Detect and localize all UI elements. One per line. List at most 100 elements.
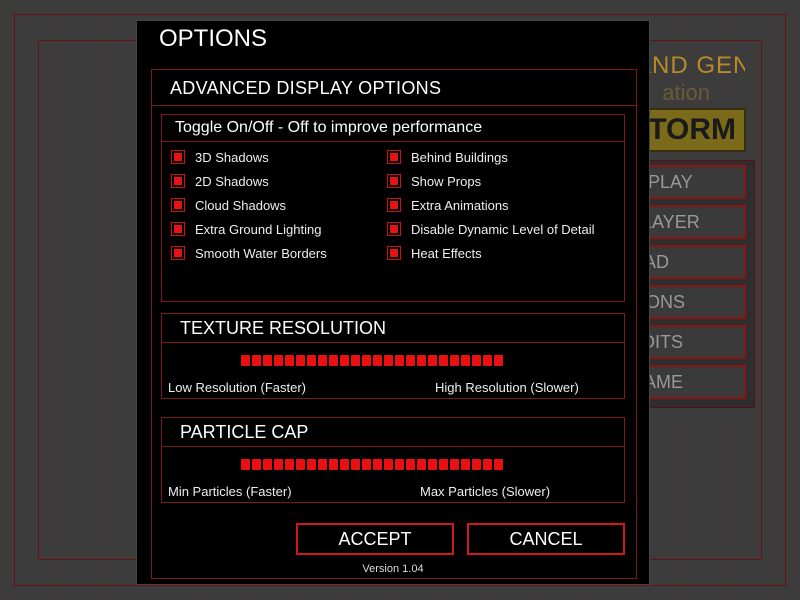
toggle-box-divider — [162, 141, 624, 142]
particle-cap-box: PARTICLE CAP Min Particles (Faster) Max … — [161, 417, 625, 503]
checkbox-label: Disable Dynamic Level of Detail — [411, 221, 595, 237]
slider-segment[interactable] — [252, 355, 261, 366]
checkbox-show-props[interactable]: Show Props — [387, 173, 481, 189]
checkbox-label: Smooth Water Borders — [195, 245, 327, 261]
slider-segment[interactable] — [274, 355, 283, 366]
slider-segment[interactable] — [461, 459, 470, 470]
panel-title: ADVANCED DISPLAY OPTIONS — [170, 78, 442, 98]
checkbox-checked-icon[interactable] — [387, 150, 401, 164]
slider-segment[interactable] — [351, 459, 360, 470]
checkbox-label: 2D Shadows — [195, 173, 269, 189]
checkbox-label: Extra Animations — [411, 197, 509, 213]
panel-header: ADVANCED DISPLAY OPTIONS — [152, 70, 636, 106]
slider-segment[interactable] — [296, 459, 305, 470]
slider-segment[interactable] — [439, 355, 448, 366]
slider-segment[interactable] — [329, 355, 338, 366]
checkbox-checked-icon[interactable] — [171, 198, 185, 212]
slider-segment[interactable] — [450, 355, 459, 366]
checkbox-label: 3D Shadows — [195, 149, 269, 165]
checkbox-label: Extra Ground Lighting — [195, 221, 322, 237]
slider-segment[interactable] — [494, 459, 503, 470]
slider-segment[interactable] — [417, 355, 426, 366]
checkbox-checked-icon[interactable] — [387, 198, 401, 212]
particle-min-label: Min Particles (Faster) — [168, 484, 292, 499]
options-dialog: OPTIONS ADVANCED DISPLAY OPTIONS Toggle … — [136, 20, 650, 585]
slider-segment[interactable] — [263, 355, 272, 366]
checkbox-label: Cloud Shadows — [195, 197, 287, 213]
slider-segment[interactable] — [307, 459, 316, 470]
checkbox-checked-icon[interactable] — [387, 246, 401, 260]
particle-cap-slider[interactable] — [241, 459, 503, 470]
checkbox-heat-effects[interactable]: Heat Effects — [387, 245, 482, 261]
checkbox-checked-icon[interactable] — [171, 150, 185, 164]
slider-segment[interactable] — [406, 459, 415, 470]
checkbox-checked-icon[interactable] — [171, 174, 185, 188]
slider-segment[interactable] — [318, 459, 327, 470]
texture-low-label: Low Resolution (Faster) — [168, 380, 306, 395]
slider-segment[interactable] — [395, 459, 404, 470]
checkbox-checked-icon[interactable] — [171, 222, 185, 236]
texture-resolution-box: TEXTURE RESOLUTION Low Resolution (Faste… — [161, 313, 625, 399]
toggle-options-box: Toggle On/Off - Off to improve performan… — [161, 114, 625, 302]
slider-segment[interactable] — [296, 355, 305, 366]
slider-segment[interactable] — [263, 459, 272, 470]
checkbox-2d-shadows[interactable]: 2D Shadows — [171, 173, 269, 189]
checkbox-disable-dynamic-lod[interactable]: Disable Dynamic Level of Detail — [387, 221, 595, 237]
slider-segment[interactable] — [428, 459, 437, 470]
slider-segment[interactable] — [483, 355, 492, 366]
cancel-button[interactable]: CANCEL — [467, 523, 625, 555]
toggle-box-title: Toggle On/Off - Off to improve performan… — [175, 119, 483, 136]
checkbox-3d-shadows[interactable]: 3D Shadows — [171, 149, 269, 165]
slider-segment[interactable] — [340, 355, 349, 366]
slider-segment[interactable] — [417, 459, 426, 470]
slider-segment[interactable] — [439, 459, 448, 470]
checkbox-label: Heat Effects — [411, 245, 482, 261]
slider-segment[interactable] — [285, 459, 294, 470]
slider-segment[interactable] — [252, 459, 261, 470]
slider-segment[interactable] — [428, 355, 437, 366]
texture-high-label: High Resolution (Slower) — [435, 380, 579, 395]
checkbox-extra-ground-lighting[interactable]: Extra Ground Lighting — [171, 221, 321, 237]
slider-segment[interactable] — [384, 459, 393, 470]
slider-segment[interactable] — [450, 459, 459, 470]
version-label: Version 1.04 — [362, 563, 424, 575]
slider-segment[interactable] — [362, 459, 371, 470]
slider-segment[interactable] — [274, 459, 283, 470]
slider-segment[interactable] — [494, 355, 503, 366]
slider-segment[interactable] — [285, 355, 294, 366]
checkbox-checked-icon[interactable] — [387, 174, 401, 188]
slider-segment[interactable] — [307, 355, 316, 366]
slider-segment[interactable] — [472, 459, 481, 470]
checkbox-label: Behind Buildings — [411, 149, 508, 165]
slider-segment[interactable] — [483, 459, 492, 470]
texture-resolution-slider[interactable] — [241, 355, 503, 366]
particle-max-label: Max Particles (Slower) — [420, 484, 551, 499]
particle-title: PARTICLE CAP — [180, 422, 309, 442]
advanced-display-panel: ADVANCED DISPLAY OPTIONS Toggle On/Off -… — [151, 69, 637, 579]
slider-segment[interactable] — [373, 355, 382, 366]
checkbox-extra-animations[interactable]: Extra Animations — [387, 197, 509, 213]
slider-segment[interactable] — [329, 459, 338, 470]
slider-segment[interactable] — [395, 355, 404, 366]
checkbox-smooth-water-borders[interactable]: Smooth Water Borders — [171, 245, 327, 261]
slider-segment[interactable] — [373, 459, 382, 470]
checkbox-cloud-shadows[interactable]: Cloud Shadows — [171, 197, 286, 213]
checkbox-behind-buildings[interactable]: Behind Buildings — [387, 149, 508, 165]
dialog-title: OPTIONS — [159, 25, 268, 52]
slider-segment[interactable] — [241, 459, 250, 470]
slider-segment[interactable] — [362, 355, 371, 366]
slider-segment[interactable] — [351, 355, 360, 366]
slider-segment[interactable] — [384, 355, 393, 366]
slider-segment[interactable] — [318, 355, 327, 366]
slider-segment[interactable] — [406, 355, 415, 366]
texture-title: TEXTURE RESOLUTION — [180, 318, 387, 338]
checkbox-label: Show Props — [411, 173, 482, 189]
texture-divider — [162, 342, 624, 343]
accept-button[interactable]: ACCEPT — [296, 523, 454, 555]
checkbox-checked-icon[interactable] — [171, 246, 185, 260]
slider-segment[interactable] — [461, 355, 470, 366]
checkbox-checked-icon[interactable] — [387, 222, 401, 236]
slider-segment[interactable] — [472, 355, 481, 366]
slider-segment[interactable] — [340, 459, 349, 470]
slider-segment[interactable] — [241, 355, 250, 366]
